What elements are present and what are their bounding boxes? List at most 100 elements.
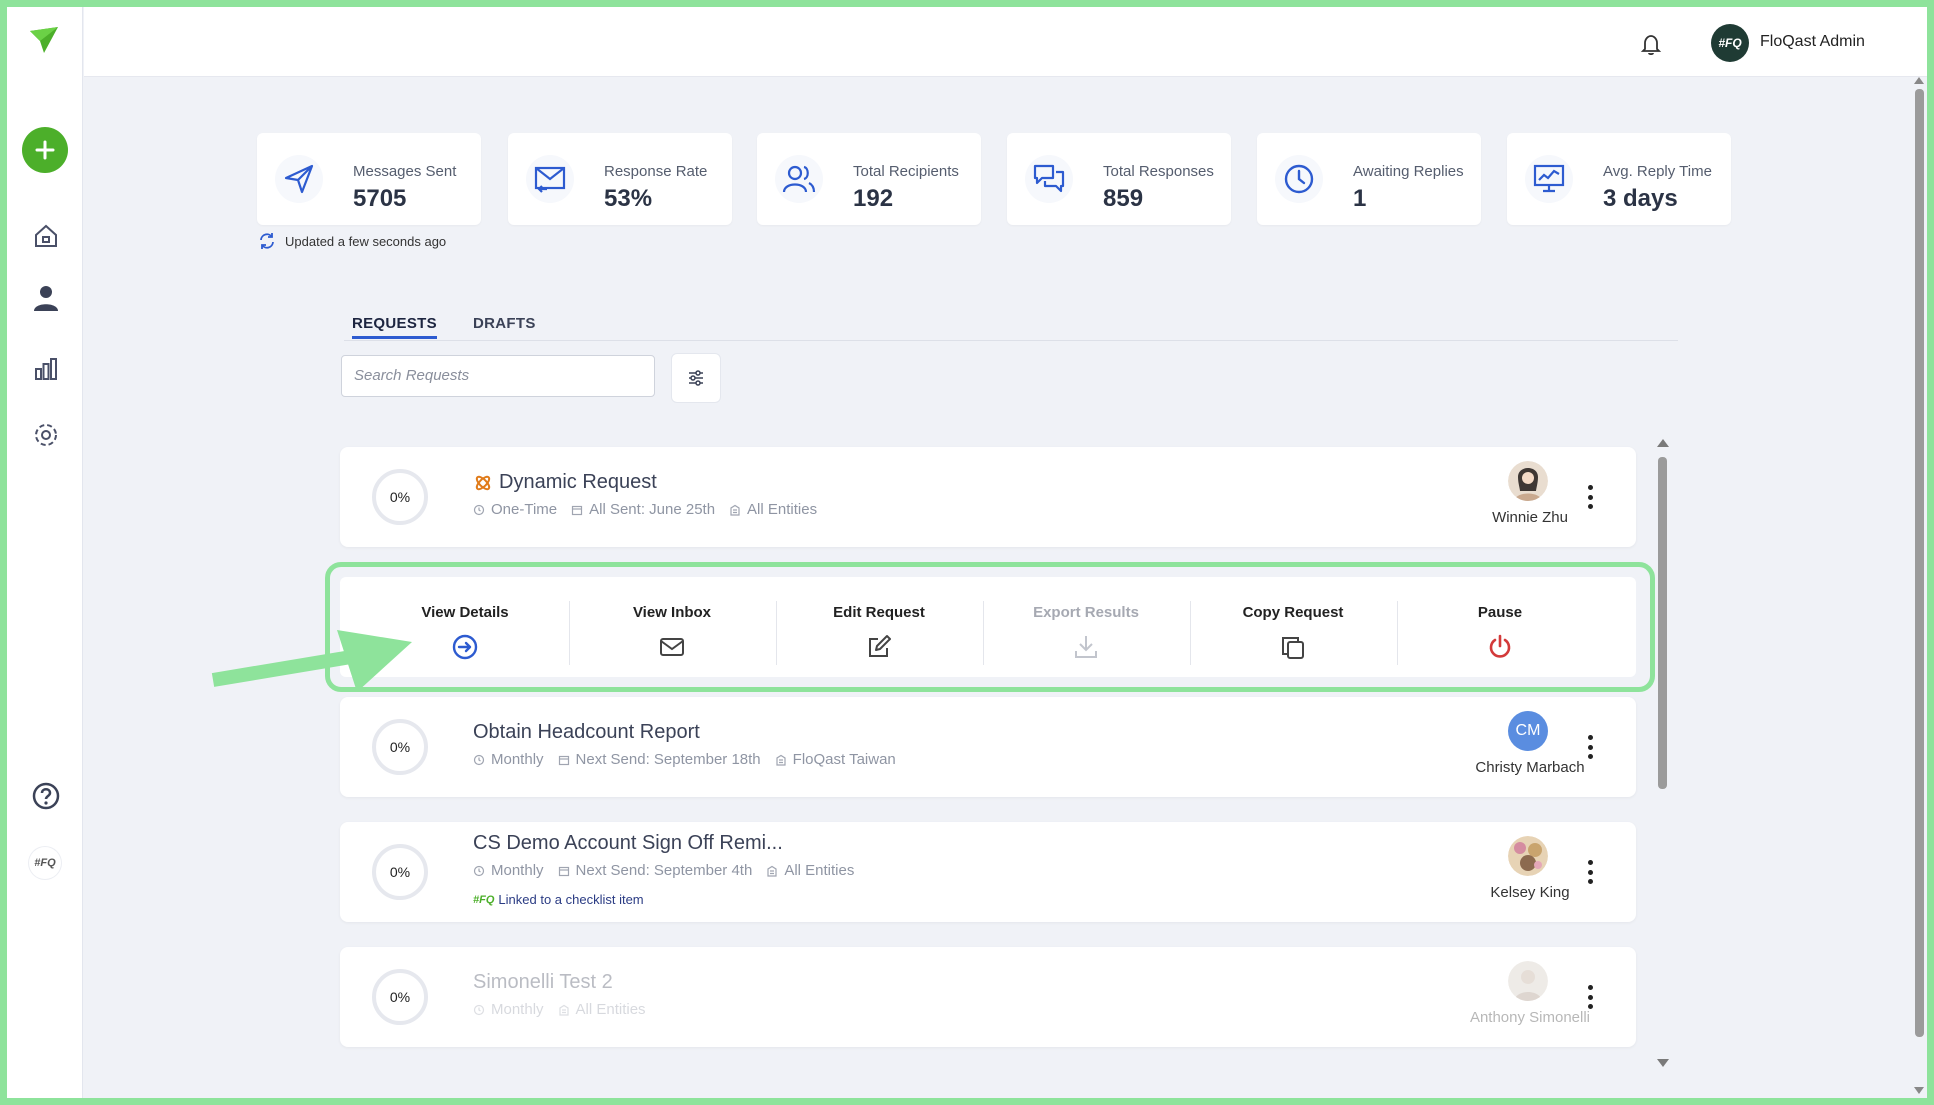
highlight-box: View Details View Inbox Edit Request Exp… [325,562,1655,692]
clock-icon [473,754,485,765]
filter-button[interactable] [671,353,721,403]
clock-icon [473,1004,485,1015]
clock-icon [1275,155,1323,203]
fq-badge[interactable]: #FQ [29,847,61,879]
owner-name: Winnie Zhu [1492,509,1568,526]
sliders-icon [689,370,703,386]
page-scrollbar[interactable] [1911,77,1927,1098]
send-info: Next Send: September 18th [575,751,761,768]
view-inbox-button[interactable]: View Inbox [569,577,775,677]
scroll-thumb[interactable] [1658,457,1667,789]
sidebar-item-users[interactable] [31,283,61,313]
chat-icon [1025,155,1073,203]
send-info: All Sent: June 25th [589,501,716,518]
annotation-arrow-icon [211,630,412,692]
more-options-icon[interactable] [1586,860,1594,884]
edit-request-button[interactable]: Edit Request [776,577,982,677]
stat-value: 192 [853,185,894,212]
export-results-button[interactable]: Export Results [983,577,1189,677]
frequency: One-Time [491,501,558,518]
stat-label: Total Responses [1103,163,1214,180]
request-row-headcount-report[interactable]: 0% Obtain Headcount Report Monthly Next … [340,697,1636,797]
scroll-up-icon[interactable] [1657,439,1669,447]
entity: All Entities [747,501,818,518]
stat-card-awaiting-replies: Awaiting Replies 1 [1257,133,1481,225]
request-meta: Monthly All Entities [473,1001,646,1018]
frequency: Monthly [491,862,544,879]
send-info: Next Send: September 4th [575,862,753,879]
request-row-simonelli-test[interactable]: 0% Simonelli Test 2 Monthly All Entities… [340,947,1636,1047]
stat-value: 859 [1103,185,1144,212]
scroll-up-icon[interactable] [1914,77,1924,84]
refresh-icon[interactable] [257,231,277,251]
edit-icon [864,632,894,662]
sidebar-item-home[interactable] [31,221,61,251]
power-icon [1485,632,1515,662]
building-icon [558,1004,569,1016]
search-requests-input[interactable]: Search Requests [341,355,655,397]
owner-name: Christy Marbach [1475,759,1585,776]
clock-icon [473,504,485,515]
frequency: Monthly [491,1001,544,1018]
users-icon [775,155,823,203]
stat-label: Messages Sent [353,163,457,180]
plus-icon [35,140,55,160]
mail-reply-icon [526,155,574,203]
request-tabs: REQUESTS DRAFTS [344,307,1678,341]
stat-card-total-recipients: Total Recipients 192 [757,133,981,225]
request-meta: One-Time All Sent: June 25th All Entitie… [473,501,817,518]
tab-requests[interactable]: REQUESTS [352,315,437,339]
user-name[interactable]: FloQast Admin [1760,33,1865,51]
floqast-logo-icon[interactable] [28,25,60,57]
scroll-down-icon[interactable] [1914,1087,1924,1094]
entity: All Entities [575,1001,646,1018]
tab-drafts[interactable]: DRAFTS [473,315,536,332]
stat-value: 3 days [1603,185,1678,212]
pause-button[interactable]: Pause [1397,577,1603,677]
stat-label: Avg. Reply Time [1603,163,1712,180]
request-title[interactable]: Simonelli Test 2 [473,971,613,994]
sidebar: #FQ [7,7,83,1098]
entity: All Entities [784,862,855,879]
frequency: Monthly [491,751,544,768]
request-title[interactable]: CS Demo Account Sign Off Remi... [473,832,783,855]
calendar-icon [558,866,569,876]
entity: FloQast Taiwan [792,751,896,768]
user-avatar[interactable]: #FQ [1711,24,1749,62]
stat-value: 53% [604,185,653,212]
stat-label: Response Rate [604,163,708,180]
calendar-icon [572,505,583,515]
request-meta: Monthly Next Send: September 4th All Ent… [473,862,854,879]
request-title[interactable]: Obtain Headcount Report [473,721,700,744]
scroll-down-icon[interactable] [1657,1059,1669,1067]
action-label: View Details [421,604,509,621]
owner-name: Kelsey King [1490,884,1570,901]
fq-logo-icon: #FQ [473,893,495,906]
sidebar-item-reports[interactable] [31,354,61,384]
copy-request-button[interactable]: Copy Request [1190,577,1396,677]
progress-ring: 0% [372,469,428,525]
bar-chart-icon [35,358,57,380]
scroll-thumb[interactable] [1915,89,1924,1037]
building-icon [767,865,777,877]
request-title[interactable]: Dynamic Request [473,471,657,494]
stat-card-messages-sent: Messages Sent 5705 [257,133,481,225]
sidebar-item-settings[interactable] [31,420,61,450]
notifications-bell-icon[interactable] [1634,27,1668,61]
request-row-cs-demo[interactable]: 0% CS Demo Account Sign Off Remi... Mont… [340,822,1636,922]
list-scrollbar[interactable] [1654,437,1670,1067]
user-icon [34,286,58,311]
stat-card-avg-reply-time: Avg. Reply Time 3 days [1507,133,1731,225]
clock-icon [473,865,485,876]
linked-checklist[interactable]: #FQ Linked to a checklist item [473,892,644,907]
more-options-icon[interactable] [1586,735,1594,759]
top-bar: #FQ FloQast Admin [84,7,1927,77]
stat-value: 1 [1353,185,1367,212]
stat-label: Total Recipients [853,163,959,180]
help-icon[interactable] [31,781,61,811]
more-options-icon[interactable] [1586,985,1594,1009]
more-options-icon[interactable] [1586,485,1594,509]
add-request-button[interactable] [22,127,68,173]
request-row-dynamic-request[interactable]: 0% Dynamic Request One-Time All Sent: Ju… [340,447,1636,547]
send-icon [275,155,323,203]
